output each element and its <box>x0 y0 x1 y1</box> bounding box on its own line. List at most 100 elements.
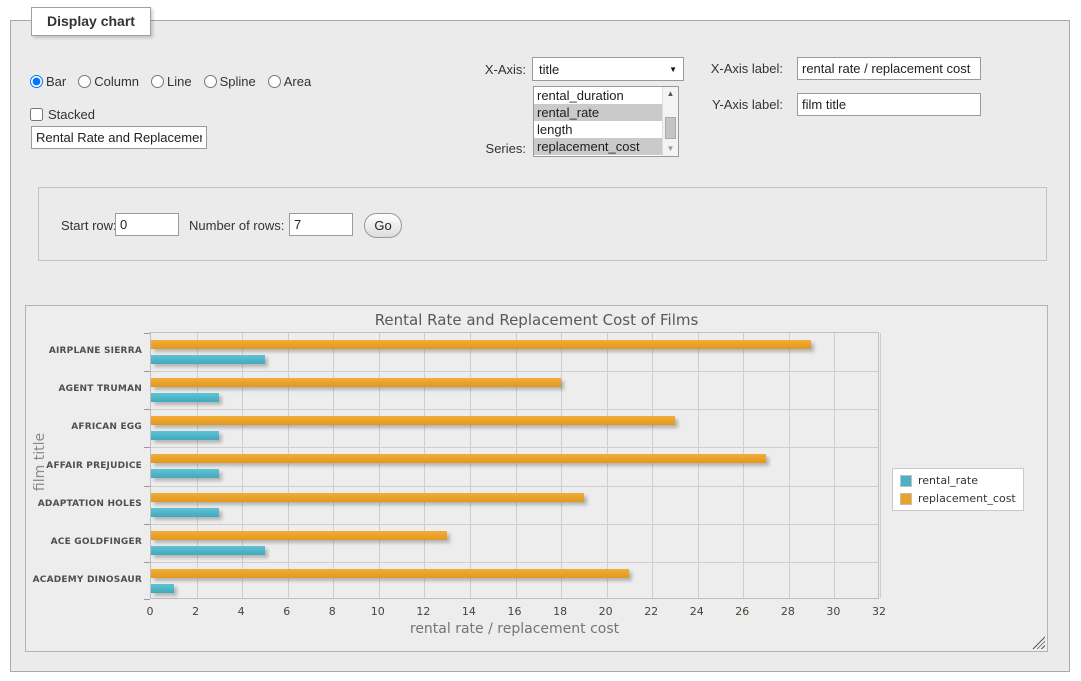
chart-type-radio-line[interactable]: Line <box>151 74 192 89</box>
y-tick-mark <box>144 409 150 410</box>
chart-type-radio-label: Spline <box>220 74 256 89</box>
legend-swatch <box>900 493 912 505</box>
scroll-up-icon[interactable]: ▲ <box>663 87 678 101</box>
x-tick-label: 16 <box>500 605 530 618</box>
chart-type-radio-input-column[interactable] <box>78 75 91 88</box>
gridline-vertical <box>880 333 881 598</box>
chart-type-radio-input-line[interactable] <box>151 75 164 88</box>
legend-item-replacement_cost: replacement_cost <box>900 492 1016 505</box>
gridline-vertical <box>743 333 744 598</box>
gridline-horizontal <box>151 409 878 410</box>
bar-replacement_cost <box>151 531 447 540</box>
x-tick-label: 8 <box>317 605 347 618</box>
x-tick-label: 12 <box>408 605 438 618</box>
x-tick-label: 22 <box>636 605 666 618</box>
x-tick-label: 18 <box>545 605 575 618</box>
x-tick-label: 28 <box>773 605 803 618</box>
x-tick-label: 26 <box>727 605 757 618</box>
bar-rental_rate <box>151 393 219 402</box>
display-chart-fieldset: Display chart BarColumnLineSplineArea St… <box>10 20 1070 672</box>
go-button[interactable]: Go <box>364 213 402 238</box>
category-label: ADAPTATION HOLES <box>32 499 142 509</box>
series-scrollbar[interactable]: ▲ ▼ <box>662 87 678 156</box>
gridline-vertical <box>834 333 835 598</box>
stacked-checkbox[interactable] <box>30 108 43 121</box>
x-axis-title: rental rate / replacement cost <box>150 621 879 637</box>
y-tick-mark <box>144 486 150 487</box>
chart-type-radio-spline[interactable]: Spline <box>204 74 256 89</box>
series-option-rental_rate[interactable]: rental_rate <box>534 104 662 121</box>
gridline-horizontal <box>151 524 878 525</box>
chart-type-radio-area[interactable]: Area <box>268 74 311 89</box>
y-tick-mark <box>144 371 150 372</box>
chart-title: Rental Rate and Replacement Cost of Film… <box>26 311 1047 329</box>
x-axis-label-input[interactable] <box>797 57 981 80</box>
chart-type-radio-group: Bar Column Line Spline Area <box>30 74 319 89</box>
scrollbar-thumb[interactable] <box>665 117 676 139</box>
gridline-vertical <box>698 333 699 598</box>
chart-type-radio-label: Area <box>284 74 311 89</box>
series-listbox[interactable]: rental_durationrental_ratelengthreplacem… <box>533 86 679 157</box>
x-tick-label: 10 <box>363 605 393 618</box>
y-tick-mark <box>144 562 150 563</box>
chart-type-radio-label: Line <box>167 74 192 89</box>
bar-rental_rate <box>151 546 265 555</box>
chart-title-input[interactable] <box>31 126 207 149</box>
gridline-vertical <box>379 333 380 598</box>
chart-type-radio-label: Column <box>94 74 139 89</box>
chart-type-radio-input-spline[interactable] <box>204 75 217 88</box>
category-label: AIRPLANE SIERRA <box>32 346 142 356</box>
legend-label: replacement_cost <box>918 492 1016 505</box>
x-axis-label-field-label: X-Axis label: <box>701 61 783 76</box>
x-axis-select-value: title <box>539 62 669 77</box>
bar-replacement_cost <box>151 378 561 387</box>
gridline-vertical <box>242 333 243 598</box>
gridline-vertical <box>516 333 517 598</box>
chart-type-radio-input-area[interactable] <box>268 75 281 88</box>
stacked-checkbox-label[interactable]: Stacked <box>30 107 95 122</box>
bar-replacement_cost <box>151 340 811 349</box>
num-rows-input[interactable] <box>289 213 353 236</box>
x-axis-select-label: X-Axis: <box>466 62 526 77</box>
scroll-down-icon[interactable]: ▼ <box>663 142 678 156</box>
gridline-horizontal <box>151 486 878 487</box>
chart-type-radio-label: Bar <box>46 74 66 89</box>
x-tick-label: 2 <box>181 605 211 618</box>
legend-item-rental_rate: rental_rate <box>900 474 1016 487</box>
series-option-replacement_cost[interactable]: replacement_cost <box>534 138 662 155</box>
chart-type-radio-input-bar[interactable] <box>30 75 43 88</box>
gridline-vertical <box>333 333 334 598</box>
chart-type-radio-bar[interactable]: Bar <box>30 74 66 89</box>
legend-label: rental_rate <box>918 474 978 487</box>
x-tick-label: 32 <box>864 605 894 618</box>
bar-rental_rate <box>151 469 219 478</box>
x-axis-select[interactable]: title ▼ <box>532 57 684 81</box>
stacked-row: Stacked <box>30 107 95 122</box>
category-label: AFFAIR PREJUDICE <box>32 461 142 471</box>
series-option-rental_duration[interactable]: rental_duration <box>534 87 662 104</box>
chevron-down-icon: ▼ <box>669 65 677 74</box>
chart-type-radio-column[interactable]: Column <box>78 74 139 89</box>
x-tick-label: 24 <box>682 605 712 618</box>
gridline-vertical <box>561 333 562 598</box>
y-axis-label-input[interactable] <box>797 93 981 116</box>
gridline-vertical <box>288 333 289 598</box>
series-option-length[interactable]: length <box>534 121 662 138</box>
bar-rental_rate <box>151 508 219 517</box>
resize-grip-icon[interactable] <box>1032 636 1045 649</box>
y-axis-label-field-label: Y-Axis label: <box>701 97 783 112</box>
legend-swatch <box>900 475 912 487</box>
category-label: ACE GOLDFINGER <box>32 537 142 547</box>
gridline-vertical <box>197 333 198 598</box>
y-tick-mark <box>144 599 150 600</box>
gridline-vertical <box>424 333 425 598</box>
gridline-horizontal <box>151 447 878 448</box>
x-tick-label: 20 <box>591 605 621 618</box>
start-row-label: Start row: <box>61 218 117 233</box>
start-row-input[interactable] <box>115 213 179 236</box>
x-tick-label: 30 <box>818 605 848 618</box>
x-tick-label: 0 <box>135 605 165 618</box>
y-tick-mark <box>144 447 150 448</box>
bar-rental_rate <box>151 584 174 593</box>
x-tick-label: 14 <box>454 605 484 618</box>
